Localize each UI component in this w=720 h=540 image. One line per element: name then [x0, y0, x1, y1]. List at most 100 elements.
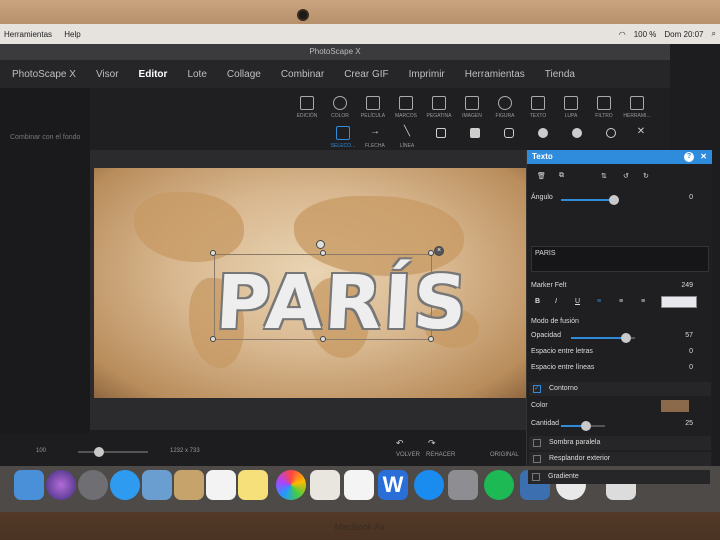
tab-photoscape[interactable]: PhotoScape X: [12, 69, 76, 80]
volver-button[interactable]: VOLVER: [396, 452, 420, 458]
zoom-slider[interactable]: [78, 447, 148, 457]
tool-linea[interactable]: ╲ LÍNEA: [390, 126, 424, 149]
underline-button[interactable]: U: [575, 298, 580, 305]
text-color-swatch[interactable]: [661, 296, 697, 308]
undo-icon[interactable]: ↶: [396, 438, 404, 449]
gradient-section[interactable]: Gradiente: [528, 470, 710, 484]
tool-imagen[interactable]: IMAGEN: [455, 96, 489, 119]
original-button[interactable]: ORIGINAL: [490, 452, 519, 458]
font-select[interactable]: Marker Felt: [531, 282, 566, 289]
resize-handle[interactable]: [320, 250, 326, 256]
align-center-icon[interactable]: ≡: [619, 298, 623, 305]
tool-seleccion[interactable]: SELECO...: [326, 126, 360, 149]
align-right-icon[interactable]: ≡: [641, 298, 645, 305]
tool-flecha[interactable]: → FLECHA: [358, 126, 392, 149]
preview-app-icon[interactable]: [310, 470, 340, 500]
close-icon[interactable]: ✕: [700, 150, 707, 164]
wifi-icon[interactable]: ◠: [619, 30, 626, 39]
italic-button[interactable]: I: [555, 298, 557, 305]
rotate-right-icon[interactable]: ↻: [643, 172, 649, 180]
tool-edicion[interactable]: EDICIÓN: [290, 96, 324, 119]
blend-with-background-option[interactable]: Combinar con el fondo: [0, 134, 80, 141]
paris-text-object[interactable]: PARÍS: [214, 260, 471, 346]
tool-marcos[interactable]: MARCOS: [389, 96, 423, 119]
calendar-icon[interactable]: [206, 470, 236, 500]
shape-rect-outline[interactable]: [424, 128, 458, 141]
close-tool[interactable]: ✕: [624, 126, 658, 143]
notes-folder-icon[interactable]: [174, 470, 204, 500]
trash-icon[interactable]: 🗑: [537, 172, 546, 180]
opacity-value[interactable]: 57: [685, 332, 693, 339]
tab-herramientas[interactable]: Herramientas: [465, 69, 525, 80]
search-icon[interactable]: ⌕: [712, 29, 716, 39]
outline-section[interactable]: ✓ Contorno: [529, 382, 711, 396]
battery-status[interactable]: 100 %: [634, 30, 657, 39]
shape-rounded[interactable]: [492, 128, 526, 141]
duplicate-icon[interactable]: ⧉: [559, 172, 564, 180]
line-spacing-value[interactable]: 0: [689, 364, 693, 371]
shape-rect-filled[interactable]: [458, 128, 492, 141]
tool-pelicula[interactable]: PELÍCULA: [356, 96, 390, 119]
outline-checkbox[interactable]: ✓: [533, 385, 541, 393]
amount-slider[interactable]: [561, 421, 605, 431]
clock[interactable]: Dom 20:07: [664, 30, 703, 39]
amount-value[interactable]: 25: [685, 420, 693, 427]
app-store-icon[interactable]: [414, 470, 444, 500]
arrange-icon[interactable]: ⇅: [601, 172, 607, 180]
font-size-value[interactable]: 249: [681, 282, 693, 289]
tab-editor[interactable]: Editor: [139, 69, 168, 80]
rotate-handle[interactable]: [316, 240, 325, 249]
shape-circle[interactable]: [526, 128, 560, 141]
photos-icon[interactable]: [276, 470, 306, 500]
shape-circle-2[interactable]: [560, 128, 594, 141]
tab-tienda[interactable]: Tienda: [545, 69, 575, 80]
align-left-icon[interactable]: ≡: [597, 298, 601, 305]
music-icon[interactable]: [344, 470, 374, 500]
zoom-value[interactable]: 100: [36, 448, 46, 454]
opacity-slider[interactable]: [571, 333, 635, 343]
tool-pegatina[interactable]: PEGATINA: [422, 96, 456, 119]
redo-icon[interactable]: ↷: [428, 438, 436, 449]
spotify-icon[interactable]: [484, 470, 514, 500]
rotate-left-icon[interactable]: ↺: [623, 172, 629, 180]
shadow-checkbox[interactable]: [533, 439, 541, 447]
tool-filtro[interactable]: FILTRO: [587, 96, 621, 119]
tool-figura[interactable]: FIGURA: [488, 96, 522, 119]
glow-section[interactable]: Resplandor exterior: [529, 452, 711, 466]
angle-slider[interactable]: [561, 195, 619, 205]
tab-visor[interactable]: Visor: [96, 69, 119, 80]
gradient-checkbox[interactable]: [532, 473, 540, 481]
shadow-section[interactable]: Sombra paralela: [529, 436, 711, 450]
rehacer-button[interactable]: REHACER: [426, 452, 455, 458]
finder-icon[interactable]: [14, 470, 44, 500]
tab-imprimir[interactable]: Imprimir: [409, 69, 445, 80]
tab-combinar[interactable]: Combinar: [281, 69, 324, 80]
notes-icon[interactable]: [238, 470, 268, 500]
siri-icon[interactable]: [46, 470, 76, 500]
tab-collage[interactable]: Collage: [227, 69, 261, 80]
tab-crear-gif[interactable]: Crear GIF: [344, 69, 388, 80]
menu-help[interactable]: Help: [64, 30, 80, 39]
menu-herramientas[interactable]: Herramientas: [4, 30, 52, 39]
outline-color-swatch[interactable]: [661, 400, 689, 412]
glow-checkbox[interactable]: [533, 455, 541, 463]
letter-spacing-value[interactable]: 0: [689, 348, 693, 355]
angle-value[interactable]: 0: [689, 194, 693, 201]
tab-lote[interactable]: Lote: [187, 69, 206, 80]
system-preferences-icon[interactable]: [448, 470, 478, 500]
word-icon[interactable]: W: [378, 470, 408, 500]
tool-lupa[interactable]: LUPA: [554, 96, 588, 119]
preview-icon[interactable]: [142, 470, 172, 500]
text-input[interactable]: PARIS: [531, 246, 709, 272]
tool-color[interactable]: COLOR: [323, 96, 357, 119]
blend-mode-label[interactable]: Modo de fusión: [531, 318, 579, 325]
delete-object-icon[interactable]: ×: [434, 246, 444, 256]
bold-button[interactable]: B: [535, 298, 540, 305]
tool-texto[interactable]: TEXTO: [521, 96, 555, 119]
resize-handle[interactable]: [210, 250, 216, 256]
shape-hex[interactable]: [594, 128, 628, 141]
help-icon[interactable]: ?: [684, 152, 694, 162]
safari-icon[interactable]: [110, 470, 140, 500]
tool-herramientas[interactable]: HERRAMI...: [620, 96, 654, 119]
canvas-area[interactable]: × PARÍS: [90, 150, 526, 430]
